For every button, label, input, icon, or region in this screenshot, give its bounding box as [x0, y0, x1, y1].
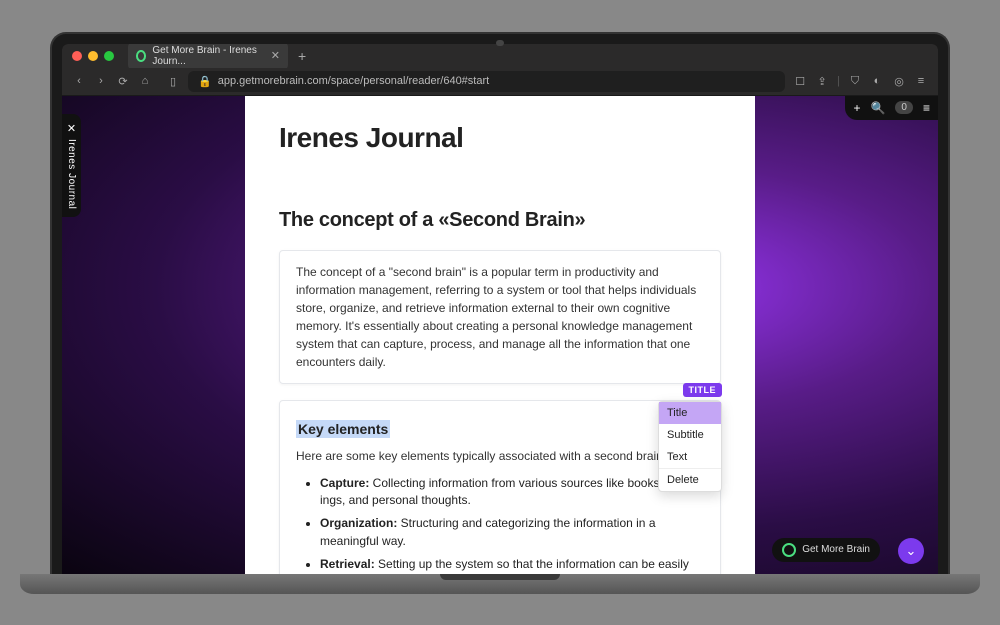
list-item: Organization: Structuring and categorizi…	[320, 515, 704, 550]
browser-toolbar: ‹ › ⟳ ⌂ ▯ 🔒 app.getmorebrain.com/space/p…	[62, 68, 938, 96]
key-elements-block[interactable]: TITLE Title Subtitle Text Delete Key ele…	[279, 400, 721, 574]
close-icon[interactable]: ✕	[67, 122, 76, 135]
close-tab-icon[interactable]: ✕	[271, 49, 280, 62]
block-type-label[interactable]: TITLE	[683, 383, 723, 397]
subsection-heading[interactable]: Key elements	[296, 420, 390, 438]
close-window-button[interactable]	[72, 51, 82, 61]
window-titlebar: Get More Brain - Irenes Journ... ✕ +	[62, 44, 938, 68]
brand-pill[interactable]: Get More Brain	[772, 538, 880, 562]
minimize-window-button[interactable]	[88, 51, 98, 61]
shield-icon[interactable]: ⛉	[848, 75, 862, 88]
menu-item-title[interactable]: Title	[659, 402, 721, 424]
brand-logo-icon	[782, 543, 796, 557]
notification-badge[interactable]: 0	[895, 101, 913, 114]
screen: Get More Brain - Irenes Journ... ✕ + ‹ ›…	[62, 44, 938, 574]
add-button[interactable]: +	[853, 101, 860, 115]
extension-icon[interactable]: ◐	[870, 75, 884, 87]
fab-chevron-button[interactable]: ⌄	[898, 538, 924, 564]
app-topbar: + 🔍 0 ≡	[845, 96, 938, 120]
list-item: Retrieval: Setting up the system so that…	[320, 556, 704, 573]
screen-bezel: Get More Brain - Irenes Journ... ✕ + ‹ ›…	[50, 32, 950, 574]
bookmark-icon[interactable]: ▯	[166, 75, 180, 88]
share-icon[interactable]: ⇪	[815, 75, 829, 88]
home-button[interactable]: ⌂	[138, 75, 152, 87]
lock-icon: 🔒	[198, 75, 212, 88]
browser-tab[interactable]: Get More Brain - Irenes Journ... ✕	[128, 44, 288, 70]
intro-text: The concept of a "second brain" is a pop…	[296, 263, 704, 371]
tab-title: Get More Brain - Irenes Journ...	[152, 45, 264, 67]
section-heading[interactable]: The concept of a «Second Brain»	[279, 209, 721, 232]
search-icon[interactable]: 🔍	[870, 101, 885, 115]
back-button[interactable]: ‹	[72, 75, 86, 87]
lead-paragraph: Here are some key elements typically ass…	[296, 447, 704, 465]
chevron-down-icon: ⌄	[906, 543, 917, 559]
block-type-menu: Title Subtitle Text Delete	[658, 401, 722, 492]
maximize-window-button[interactable]	[104, 51, 114, 61]
list-item: Capture: Collecting information from var…	[320, 475, 704, 510]
forward-button[interactable]: ›	[94, 75, 108, 87]
laptop-base	[20, 574, 980, 594]
account-icon[interactable]: ◎	[892, 75, 906, 88]
key-elements-list: Capture: Collecting information from var…	[296, 475, 704, 574]
window-controls	[72, 51, 114, 61]
side-document-tab[interactable]: ✕ Irenes Journal	[62, 114, 81, 217]
menu-item-delete[interactable]: Delete	[659, 469, 721, 491]
menu-icon[interactable]: ≡	[914, 75, 928, 87]
side-tab-label: Irenes Journal	[66, 139, 77, 209]
address-bar[interactable]: 🔒 app.getmorebrain.com/space/personal/re…	[188, 71, 785, 92]
menu-item-subtitle[interactable]: Subtitle	[659, 424, 721, 446]
document: Irenes Journal The concept of a «Second …	[245, 96, 755, 574]
camera-notch	[496, 40, 504, 46]
tab-favicon	[136, 50, 146, 62]
reload-button[interactable]: ⟳	[116, 75, 130, 88]
brand-text: Get More Brain	[802, 544, 870, 555]
intro-block[interactable]: The concept of a "second brain" is a pop…	[279, 250, 721, 384]
app-menu-icon[interactable]: ≡	[923, 101, 930, 115]
new-tab-button[interactable]: +	[298, 48, 306, 64]
page-title[interactable]: Irenes Journal	[279, 122, 721, 154]
laptop-frame: Get More Brain - Irenes Journ... ✕ + ‹ ›…	[50, 32, 950, 594]
open-external-icon[interactable]: ☐	[793, 75, 807, 88]
app-viewport: ✕ Irenes Journal + 🔍 0 ≡ Irenes Journal …	[62, 96, 938, 574]
menu-item-text[interactable]: Text	[659, 446, 721, 468]
toolbar-right-icons: ☐ ⇪ | ⛉ ◐ ◎ ≡	[793, 75, 928, 88]
url-text: app.getmorebrain.com/space/personal/read…	[218, 75, 490, 87]
